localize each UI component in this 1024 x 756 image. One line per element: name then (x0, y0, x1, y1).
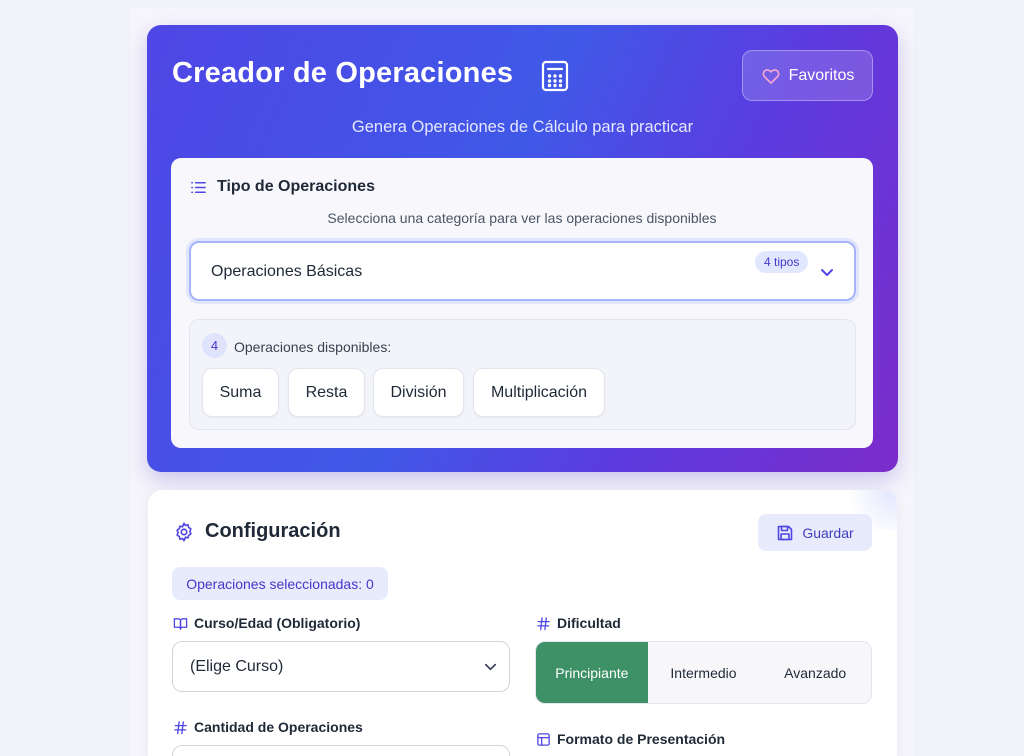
configuration-heading: Configuración (173, 520, 341, 543)
layout-icon (537, 732, 550, 746)
page-title: Creador de Operaciones (172, 57, 514, 89)
course-select[interactable]: (Elige Curso) (172, 641, 510, 692)
difficulty-segmented-control: Principiante Intermedio Avanzado (535, 641, 872, 704)
difficulty-option-avanzado[interactable]: Avanzado (759, 642, 871, 703)
operation-chip-resta[interactable]: Resta (288, 368, 365, 417)
operation-chip-suma[interactable]: Suma (202, 368, 279, 417)
operation-type-heading: Tipo de Operaciones (190, 178, 375, 196)
difficulty-option-intermedio[interactable]: Intermedio (648, 642, 760, 703)
selected-operations-badge: Operaciones seleccionadas: 0 (172, 567, 388, 600)
heart-icon (762, 68, 780, 84)
chevron-down-icon (484, 663, 497, 671)
calculator-icon (541, 60, 569, 92)
operation-type-description: Selecciona una categoría para ver las op… (327, 210, 717, 226)
difficulty-field-label: Dificultad (536, 615, 621, 631)
save-button[interactable]: Guardar (758, 514, 872, 551)
hash-icon (174, 720, 187, 734)
book-icon (173, 617, 188, 630)
difficulty-option-principiante[interactable]: Principiante (536, 642, 648, 703)
operation-chip-multiplicacion[interactable]: Multiplicación (473, 368, 605, 417)
category-select[interactable]: Operaciones Básicas 4 tipos (189, 241, 856, 301)
course-field-label: Curso/Edad (Obligatorio) (173, 615, 360, 631)
available-count-badge: 4 (202, 333, 227, 358)
quantity-field-label-text: Cantidad de Operaciones (194, 719, 363, 735)
format-field-label-text: Formato de Presentación (557, 731, 726, 747)
favorites-button[interactable]: Favoritos (742, 50, 873, 101)
hash-icon (537, 616, 550, 630)
quantity-input[interactable] (172, 745, 510, 756)
floppy-disk-icon (778, 525, 793, 540)
operation-type-heading-text: Tipo de Operaciones (217, 178, 375, 195)
category-count-badge: 4 tipos (755, 251, 809, 273)
save-label: Guardar (802, 524, 854, 541)
operation-chip-division[interactable]: División (373, 368, 464, 417)
page-subtitle: Genera Operaciones de Cálculo para pract… (351, 118, 694, 136)
course-field-label-text: Curso/Edad (Obligatorio) (194, 615, 361, 631)
format-field-label: Formato de Presentación (536, 731, 725, 747)
quantity-field-label: Cantidad de Operaciones (173, 719, 363, 735)
gear-icon (176, 521, 192, 542)
configuration-heading-text: Configuración (205, 520, 341, 542)
difficulty-field-label-text: Dificultad (557, 615, 621, 631)
course-select-value: (Elige Curso) (190, 658, 284, 675)
chevron-down-icon (821, 269, 833, 276)
favorites-label: Favoritos (788, 66, 855, 84)
available-operations-label: Operaciones disponibles: (234, 339, 392, 355)
list-icon (191, 181, 206, 193)
category-select-value: Operaciones Básicas (211, 263, 363, 280)
